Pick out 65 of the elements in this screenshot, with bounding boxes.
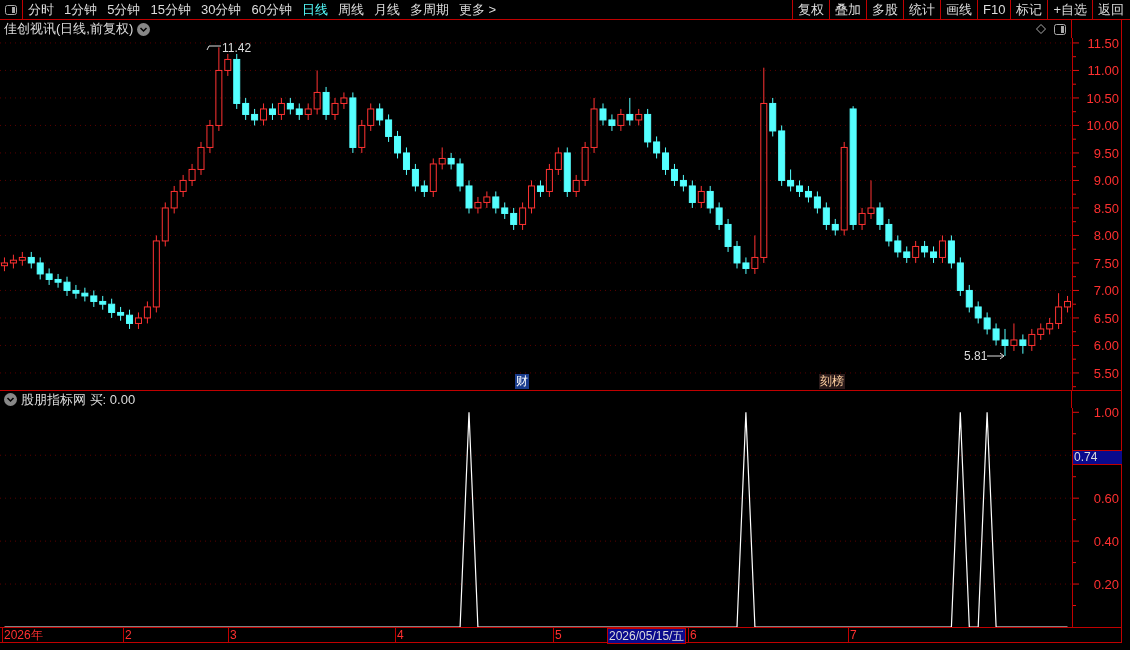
candlestick xyxy=(1019,333,1027,355)
time-axis-label: 2 xyxy=(123,628,132,642)
period-tab[interactable]: 多周期 xyxy=(409,0,449,20)
chevron-down-icon[interactable] xyxy=(4,393,17,406)
candlestick xyxy=(322,86,330,121)
price-axis-label: 7.00 xyxy=(1093,283,1119,299)
candlestick xyxy=(1010,322,1018,352)
toolbar-button[interactable]: F10 xyxy=(977,0,1011,19)
panel-icon xyxy=(5,4,17,15)
low-price-arrow xyxy=(986,352,1005,360)
time-axis-label: 4 xyxy=(395,628,404,642)
price-axis-label: 8.50 xyxy=(1093,200,1119,216)
time-axis-label: 7 xyxy=(848,628,857,642)
period-tab[interactable]: 5分钟 xyxy=(107,0,141,20)
price-axis-label: 9.00 xyxy=(1093,173,1119,189)
time-axis-label: 5 xyxy=(553,628,562,642)
price-axis-label: 9.50 xyxy=(1093,145,1119,161)
price-axis-label: 10.50 xyxy=(1086,90,1119,106)
candlestick xyxy=(849,105,857,231)
price-axis-label: 8.00 xyxy=(1093,228,1119,244)
time-axis-label: 2026年 xyxy=(2,628,43,642)
candlestick xyxy=(617,108,625,132)
price-axis-label: 11.50 xyxy=(1087,38,1119,51)
low-price-label: 5.81 xyxy=(964,349,988,363)
indicator-axis-label: 0.60 xyxy=(1093,491,1119,507)
period-tab[interactable]: 分时 xyxy=(28,0,54,20)
price-axis-label: 6.50 xyxy=(1093,310,1119,326)
period-tab[interactable]: 60分钟 xyxy=(251,0,292,20)
time-axis-label: 6 xyxy=(688,628,697,642)
price-axis-label: 7.50 xyxy=(1093,255,1119,271)
chart-title: 佳创视讯(日线,前复权) xyxy=(4,20,134,39)
cursor-date-label: 2026/05/15/五 xyxy=(607,628,687,644)
high-price-marker xyxy=(206,45,222,51)
period-tab[interactable]: 15分钟 xyxy=(150,0,191,20)
toolbar-button[interactable]: +自选 xyxy=(1047,0,1092,19)
indicator-axis-label: 1.00 xyxy=(1093,408,1119,421)
indicator-title: 股朋指标网 买: 0.00 xyxy=(21,390,136,409)
period-tab[interactable]: 1分钟 xyxy=(64,0,98,20)
event-marker[interactable]: 财 xyxy=(515,374,529,389)
price-axis-label: 5.50 xyxy=(1093,365,1119,381)
toolbar-button[interactable]: 标记 xyxy=(1010,0,1048,19)
diamond-icon[interactable] xyxy=(1036,24,1046,34)
price-axis-label: 6.00 xyxy=(1093,338,1119,354)
toolbar-button[interactable]: 画线 xyxy=(940,0,977,19)
panel-icon[interactable] xyxy=(1054,23,1066,35)
toolbar-button[interactable]: 统计 xyxy=(903,0,940,19)
price-axis-label: 11.00 xyxy=(1087,63,1119,79)
indicator-axis-label: 0.20 xyxy=(1093,577,1119,593)
period-tab[interactable]: 更多 > xyxy=(458,0,497,20)
high-price-label: 11.42 xyxy=(222,41,252,55)
candlestick xyxy=(349,91,357,154)
cursor-value-label: 0.74 xyxy=(1073,450,1122,465)
toolbar-button[interactable]: 叠加 xyxy=(829,0,866,19)
event-marker[interactable]: 刻榜 xyxy=(819,374,845,389)
time-axis-label: 3 xyxy=(228,628,237,642)
toolbar-button[interactable]: 复权 xyxy=(792,0,829,19)
toolbar-button[interactable]: 返回 xyxy=(1092,0,1129,19)
toolbar-button[interactable]: 多股 xyxy=(866,0,903,19)
period-tab[interactable]: 周线 xyxy=(337,0,364,20)
chevron-down-icon[interactable] xyxy=(137,22,151,36)
indicator-axis-label: 0.40 xyxy=(1093,534,1119,550)
price-axis-label: 10.00 xyxy=(1086,118,1119,134)
period-tab[interactable]: 月线 xyxy=(373,0,400,20)
period-tab[interactable]: 30分钟 xyxy=(200,0,242,20)
period-tab[interactable]: 日线 xyxy=(301,0,328,20)
